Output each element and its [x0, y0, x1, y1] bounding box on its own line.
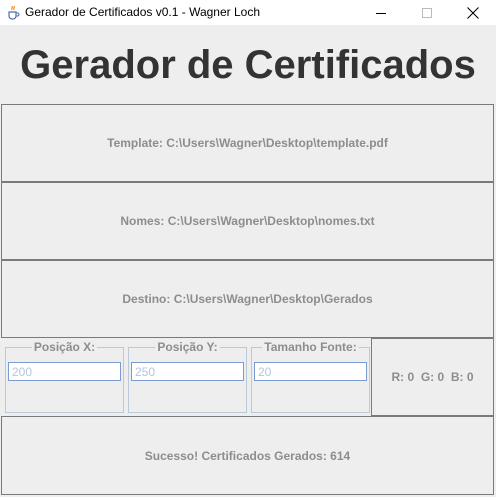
- generate-status-button[interactable]: Sucesso! Certificados Gerados: 614: [1, 416, 494, 495]
- minimize-icon: [376, 12, 386, 14]
- java-cup-icon: [6, 4, 20, 20]
- font-size-input[interactable]: [254, 362, 367, 381]
- window-title: Gerador de Certificados v0.1 - Wagner Lo…: [25, 5, 261, 19]
- destination-button[interactable]: Destino: C:\Users\Wagner\Desktop\Gerados: [1, 260, 494, 338]
- position-y-input[interactable]: [131, 362, 244, 381]
- position-y-group: Posição Y:: [128, 340, 247, 413]
- color-picker-button[interactable]: R: 0 G: 0 B: 0: [371, 338, 494, 416]
- settings-row: Posição X: Posição Y: Tamanho Fonte: R: …: [1, 338, 494, 416]
- position-y-label: Posição Y:: [155, 340, 220, 354]
- page-title: Gerador de Certificados: [20, 43, 476, 87]
- close-icon: [467, 6, 479, 19]
- header: Gerador de Certificados: [0, 25, 496, 104]
- close-button[interactable]: [450, 0, 496, 25]
- font-size-label: Tamanho Fonte:: [262, 340, 359, 354]
- maximize-icon: [422, 7, 432, 18]
- position-x-group: Posição X:: [5, 340, 124, 413]
- names-button[interactable]: Nomes: C:\Users\Wagner\Desktop\nomes.txt: [1, 182, 494, 260]
- position-x-input[interactable]: [8, 362, 121, 381]
- app-window: Gerador de Certificados v0.1 - Wagner Lo…: [0, 0, 496, 497]
- position-x-label: Posição X:: [31, 340, 98, 354]
- minimize-button[interactable]: [358, 0, 404, 25]
- template-button[interactable]: Template: C:\Users\Wagner\Desktop\templa…: [1, 104, 494, 182]
- maximize-button[interactable]: [404, 0, 450, 25]
- font-size-group: Tamanho Fonte:: [251, 340, 370, 413]
- title-bar[interactable]: Gerador de Certificados v0.1 - Wagner Lo…: [0, 0, 496, 25]
